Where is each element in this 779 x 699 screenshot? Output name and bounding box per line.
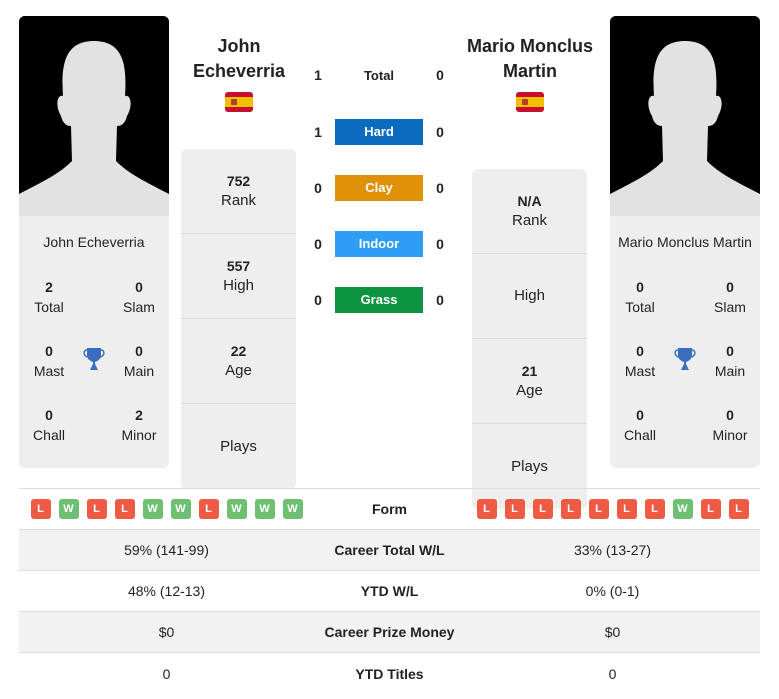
- player1-photo: [19, 16, 169, 216]
- h2h-p2-value: 0: [436, 67, 444, 83]
- player2-rank: N/A Rank: [472, 169, 587, 254]
- row-label: Career Total W/L: [334, 542, 445, 558]
- comparison-row: 48% (12-13) YTD W/L 0% (0-1): [19, 571, 760, 612]
- h2h-row-hard: 1 Hard 0: [300, 119, 460, 145]
- loss-badge[interactable]: L: [86, 499, 107, 519]
- surface-badge-grass: Grass: [335, 287, 423, 313]
- surface-badge-indoor: Indoor: [335, 231, 423, 257]
- row-label: YTD Titles: [355, 665, 424, 682]
- player1-info-panel: 752 Rank 557 High 22 Age Plays: [181, 149, 296, 489]
- player2-value: $0: [604, 624, 621, 640]
- silhouette-icon: [19, 16, 169, 216]
- player2-value: LLLLLLLWLL: [465, 499, 760, 519]
- h2h-p1-value: 1: [314, 67, 322, 83]
- loss-badge[interactable]: L: [198, 499, 219, 519]
- h2h-p1-value: 0: [314, 180, 322, 196]
- comparison-row: $0 Career Prize Money $0: [19, 612, 760, 653]
- player1-plays: Plays: [220, 437, 257, 455]
- player2-value: 0: [608, 665, 617, 682]
- loss-badge[interactable]: L: [616, 499, 637, 519]
- player2-value: 0% (0-1): [585, 583, 640, 599]
- row-label: Career Prize Money: [324, 624, 455, 640]
- player2-high: High: [472, 254, 587, 339]
- player1-main-titles: 0 Main: [123, 343, 155, 379]
- player1-form: LWLLWWLWWW: [19, 499, 314, 519]
- player1-age: 22 Age: [181, 319, 296, 404]
- player1-minor-titles: 2 Minor: [121, 407, 157, 443]
- player1-slam-titles: 0 Slam: [123, 279, 155, 315]
- comparison-row: L W L L W W L W W W Form L L L L L L L W L L: [19, 489, 760, 530]
- loss-badge[interactable]: L: [588, 499, 609, 519]
- loss-badge[interactable]: L: [644, 499, 665, 519]
- h2h-row-clay: 0 Clay 0: [300, 175, 460, 201]
- player2-photo: [610, 16, 760, 216]
- loss-badge[interactable]: L: [700, 499, 721, 519]
- win-badge[interactable]: W: [58, 499, 79, 519]
- player2-age: 21 Age: [472, 339, 587, 424]
- h2h-row-total: 1 Total 0: [300, 62, 460, 88]
- comparison-row: 59% (141-99) Career Total W/L 33% (13-27): [19, 530, 760, 571]
- player1-value: LWLLWWLWWW: [19, 499, 314, 519]
- spain-flag-icon: [225, 92, 253, 112]
- comparison-table: L W L L W W L W W W Form L L L L L L L W L L 59% (141-99) Care…: [19, 488, 760, 694]
- player1-value: 48% (12-13): [127, 583, 206, 599]
- win-badge[interactable]: W: [254, 499, 275, 519]
- win-badge[interactable]: W: [282, 499, 303, 519]
- surface-badge-hard: Hard: [335, 119, 423, 145]
- player2-info-panel: N/A Rank High 21 Age Plays: [472, 169, 587, 509]
- player2-name-small[interactable]: Mario Monclus Martin: [610, 234, 760, 250]
- silhouette-icon: [610, 16, 760, 216]
- player1-card: John Echeverria 2 Total 0 Slam 0 Mast 0 …: [19, 16, 169, 468]
- loss-badge[interactable]: L: [30, 499, 51, 519]
- player1-value: 0: [162, 665, 171, 682]
- player2-name[interactable]: Mario Monclus Martin: [460, 34, 600, 84]
- loss-badge[interactable]: L: [728, 499, 749, 519]
- row-label: Form: [372, 501, 407, 517]
- player2-slam-titles: 0 Slam: [714, 279, 746, 315]
- trophy-icon: [674, 348, 696, 370]
- player1-high: 557 High: [181, 234, 296, 319]
- player1-total-titles: 2 Total: [34, 279, 64, 315]
- trophy-icon: [83, 348, 105, 370]
- player2-total-titles: 0 Total: [625, 279, 655, 315]
- player1-rank: 752 Rank: [181, 149, 296, 234]
- player2-minor-titles: 0 Minor: [712, 407, 748, 443]
- h2h-total-label: Total: [363, 68, 395, 83]
- h2h-p2-value: 0: [436, 180, 444, 196]
- loss-badge[interactable]: L: [476, 499, 497, 519]
- player2-main-titles: 0 Main: [714, 343, 746, 379]
- spain-flag-icon: [516, 92, 544, 112]
- loss-badge[interactable]: L: [114, 499, 135, 519]
- player2-value: 33% (13-27): [573, 542, 652, 558]
- h2h-p2-value: 0: [436, 236, 444, 252]
- h2h-p1-value: 0: [314, 292, 322, 308]
- player1-name[interactable]: John Echeverria: [169, 34, 309, 84]
- surface-badge-clay: Clay: [335, 175, 423, 201]
- win-badge[interactable]: W: [672, 499, 693, 519]
- player1-value: 59% (141-99): [124, 542, 209, 558]
- player1-value: $0: [158, 624, 175, 640]
- player2-form: LLLLLLLWLL: [465, 499, 760, 519]
- h2h-p1-value: 0: [314, 236, 322, 252]
- h2h-p2-value: 0: [436, 292, 444, 308]
- win-badge[interactable]: W: [142, 499, 163, 519]
- player1-chall-titles: 0 Chall: [33, 407, 65, 443]
- h2h-p1-value: 1: [314, 124, 322, 140]
- comparison-row: 0 YTD Titles 0: [19, 653, 760, 694]
- win-badge[interactable]: W: [170, 499, 191, 519]
- loss-badge[interactable]: L: [532, 499, 553, 519]
- h2h-row-indoor: 0 Indoor 0: [300, 231, 460, 257]
- win-badge[interactable]: W: [226, 499, 247, 519]
- player1-mast-titles: 0 Mast: [33, 343, 65, 379]
- loss-badge[interactable]: L: [504, 499, 525, 519]
- player2-mast-titles: 0 Mast: [624, 343, 656, 379]
- h2h-row-grass: 0 Grass 0: [300, 287, 460, 313]
- player2-chall-titles: 0 Chall: [624, 407, 656, 443]
- loss-badge[interactable]: L: [560, 499, 581, 519]
- player1-name-small[interactable]: John Echeverria: [19, 234, 169, 250]
- h2h-p2-value: 0: [436, 124, 444, 140]
- row-label: YTD W/L: [360, 583, 419, 599]
- player2-card: Mario Monclus Martin 0 Total 0 Slam 0 Ma…: [610, 16, 760, 468]
